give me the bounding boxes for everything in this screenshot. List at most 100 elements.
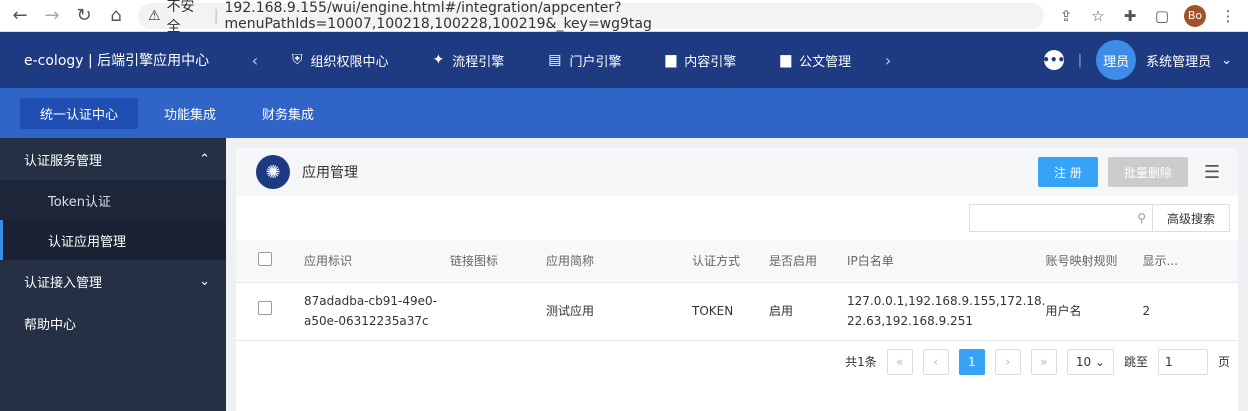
- address-bar[interactable]: ⚠ 不安全 | 192.168.9.155/wui/engine.html#/i…: [138, 0, 1044, 35]
- first-page-button[interactable]: «: [886, 348, 913, 375]
- next-page-button[interactable]: ›: [994, 348, 1021, 375]
- enabled-cell: 启用: [769, 282, 847, 341]
- topnav-org-permission[interactable]: ⛨ 组织权限中心: [270, 51, 411, 70]
- topnav-label: 公文管理: [799, 54, 852, 70]
- row-checkbox[interactable]: [258, 301, 272, 315]
- jump-label: 跳至: [1123, 355, 1148, 369]
- home-icon[interactable]: ⌂: [106, 5, 126, 26]
- column-header[interactable]: 是否启用: [769, 240, 847, 283]
- link-icon-cell: [450, 282, 546, 341]
- sidepanel-icon[interactable]: ▢: [1152, 7, 1172, 25]
- page-suffix: 页: [1217, 355, 1230, 369]
- app-id-line: a50e-06312235a37c: [304, 314, 429, 328]
- jump-page-input[interactable]: 1: [1157, 348, 1208, 375]
- chevron-down-icon: ⌄: [199, 273, 210, 289]
- insecure-label: 不安全: [166, 0, 195, 35]
- column-header[interactable]: IP白名单: [847, 240, 1046, 283]
- app-table: 应用标识 链接图标 应用简称 认证方式 是否启用 IP白名单 账号映射规则 显示…: [236, 240, 1238, 341]
- column-header[interactable]: 认证方式: [692, 240, 769, 283]
- chevron-down-icon[interactable]: ⌄: [1221, 53, 1232, 68]
- auth-method-cell: TOKEN: [692, 282, 769, 341]
- tab-function-integration[interactable]: 功能集成: [144, 98, 236, 129]
- prev-page-button[interactable]: ‹: [922, 348, 949, 375]
- chevron-down-icon: ⌄: [1091, 354, 1105, 369]
- sub-navigation: 统一认证中心 功能集成 财务集成: [0, 88, 1248, 138]
- profile-avatar[interactable]: Bo: [1184, 4, 1206, 27]
- star-icon[interactable]: ☆: [1088, 7, 1108, 25]
- flow-icon: ✦: [432, 52, 445, 68]
- topnav-label: 内容引擎: [684, 54, 737, 70]
- share-icon[interactable]: ⇪: [1056, 7, 1076, 25]
- url-text: 192.168.9.155/wui/engine.html#/integrati…: [224, 0, 652, 32]
- chevron-up-icon: ⌃: [199, 151, 210, 167]
- topnav-label: 门户引擎: [569, 54, 622, 70]
- nav-prev-icon[interactable]: ‹: [240, 51, 270, 70]
- tab-finance-integration[interactable]: 财务集成: [242, 98, 334, 129]
- warning-icon: ⚠: [148, 7, 161, 24]
- ip-line: 22.63,192.168.9.251: [847, 314, 973, 328]
- sidebar-group-label: 认证服务管理: [24, 153, 103, 169]
- app-id-cell: 87adadba-cb91-49e0- a50e-06312235a37c: [304, 282, 450, 341]
- page-size-select[interactable]: 10 ⌄: [1066, 348, 1114, 375]
- sidebar-group-auth-service[interactable]: 认证服务管理 ⌃: [0, 138, 226, 180]
- top-navigation: ‹ ⛨ 组织权限中心 ✦ 流程引擎 ▤ 门户引擎 ▆ 内容引擎 ▆ 公文管理 ›: [240, 51, 1044, 70]
- brand-title: e-cology | 后端引擎应用中心: [24, 53, 210, 69]
- last-page-button[interactable]: »: [1030, 348, 1057, 375]
- sidebar-group-label: 帮助中心: [24, 317, 77, 333]
- app-center-icon: ✺: [256, 155, 290, 189]
- topnav-official-docs[interactable]: ▆ 公文管理: [758, 51, 873, 70]
- reload-icon[interactable]: ↻: [74, 5, 94, 26]
- topnav-workflow-engine[interactable]: ✦ 流程引擎: [411, 51, 527, 70]
- ip-whitelist-cell: 127.0.0.1,192.168.9.155,172.18. 22.63,19…: [847, 282, 1046, 341]
- column-header[interactable]: 链接图标: [450, 240, 546, 283]
- page-title: 应用管理: [302, 165, 358, 181]
- total-count: 共1条: [845, 355, 877, 369]
- mapping-rule-cell: 用户名: [1045, 282, 1143, 341]
- kebab-menu-icon[interactable]: ⋮: [1218, 7, 1238, 25]
- row-select-cell: [236, 282, 304, 341]
- more-icon[interactable]: •••: [1042, 50, 1065, 70]
- page-button[interactable]: 1: [958, 348, 985, 375]
- nav-next-icon[interactable]: ›: [873, 51, 903, 70]
- sidebar-item-help-center[interactable]: 帮助中心: [0, 302, 226, 344]
- avatar[interactable]: 理员: [1096, 40, 1137, 80]
- topnav-label: 组织权限中心: [310, 54, 389, 70]
- pagination: 共1条 « ‹ 1 › » 10 ⌄ 跳至 1 页: [236, 341, 1238, 383]
- main-content: ✺ 应用管理 注 册 批量删除 ☰ ⚲ 高级搜索 应用标识 链接图标 应用简称 …: [226, 138, 1248, 411]
- shield-icon: ⛨: [292, 52, 303, 68]
- select-all-checkbox[interactable]: [258, 252, 272, 267]
- sidebar-group-label: 认证接入管理: [24, 275, 103, 291]
- ip-line: 127.0.0.1,192.168.9.155,172.18.: [847, 294, 1046, 308]
- back-icon[interactable]: ←: [10, 5, 30, 26]
- sidebar-item-auth-app-management[interactable]: 认证应用管理: [0, 220, 226, 260]
- extensions-icon[interactable]: ✚: [1120, 7, 1140, 25]
- sidebar-group-auth-access[interactable]: 认证接入管理 ⌄: [0, 260, 226, 302]
- username[interactable]: 系统管理员: [1146, 51, 1211, 70]
- search-row: ⚲ 高级搜索: [236, 196, 1238, 240]
- user-area: ••• | 理员 系统管理员 ⌄: [1042, 40, 1248, 80]
- column-header[interactable]: 显示...: [1142, 240, 1238, 283]
- tab-unified-auth[interactable]: 统一认证中心: [20, 97, 139, 129]
- app-id-line: 87adadba-cb91-49e0-: [304, 294, 437, 308]
- sidebar-item-token-auth[interactable]: Token认证: [0, 180, 226, 220]
- table-row[interactable]: 87adadba-cb91-49e0- a50e-06312235a37c 测试…: [236, 282, 1238, 341]
- forward-icon[interactable]: →: [42, 5, 62, 26]
- portal-icon: ▤: [548, 52, 562, 68]
- column-header[interactable]: 应用简称: [546, 240, 692, 283]
- address-divider: |: [213, 7, 219, 24]
- column-header[interactable]: 账号映射规则: [1045, 240, 1143, 283]
- browser-toolbar: ← → ↻ ⌂ ⚠ 不安全 | 192.168.9.155/wui/engine…: [0, 0, 1248, 35]
- sidebar: 认证服务管理 ⌃ Token认证 认证应用管理 认证接入管理 ⌄ 帮助中心: [0, 138, 226, 411]
- advanced-search-button[interactable]: 高级搜索: [1152, 204, 1230, 232]
- topnav-content-engine[interactable]: ▆ 内容引擎: [644, 51, 759, 70]
- app-topbar: e-cology | 后端引擎应用中心 ‹ ⛨ 组织权限中心 ✦ 流程引擎 ▤ …: [0, 32, 1248, 88]
- batch-delete-button[interactable]: 批量删除: [1107, 157, 1188, 187]
- search-input[interactable]: ⚲: [968, 204, 1153, 232]
- table-header-row: 应用标识 链接图标 应用简称 认证方式 是否启用 IP白名单 账号映射规则 显示…: [236, 240, 1238, 283]
- app-management-card: ✺ 应用管理 注 册 批量删除 ☰ ⚲ 高级搜索 应用标识 链接图标 应用简称 …: [236, 148, 1238, 411]
- topnav-portal-engine[interactable]: ▤ 门户引擎: [526, 51, 643, 70]
- register-button[interactable]: 注 册: [1038, 157, 1098, 187]
- list-menu-icon[interactable]: ☰: [1204, 162, 1220, 183]
- column-header[interactable]: 应用标识: [304, 240, 450, 283]
- document-icon: ▆: [665, 52, 677, 68]
